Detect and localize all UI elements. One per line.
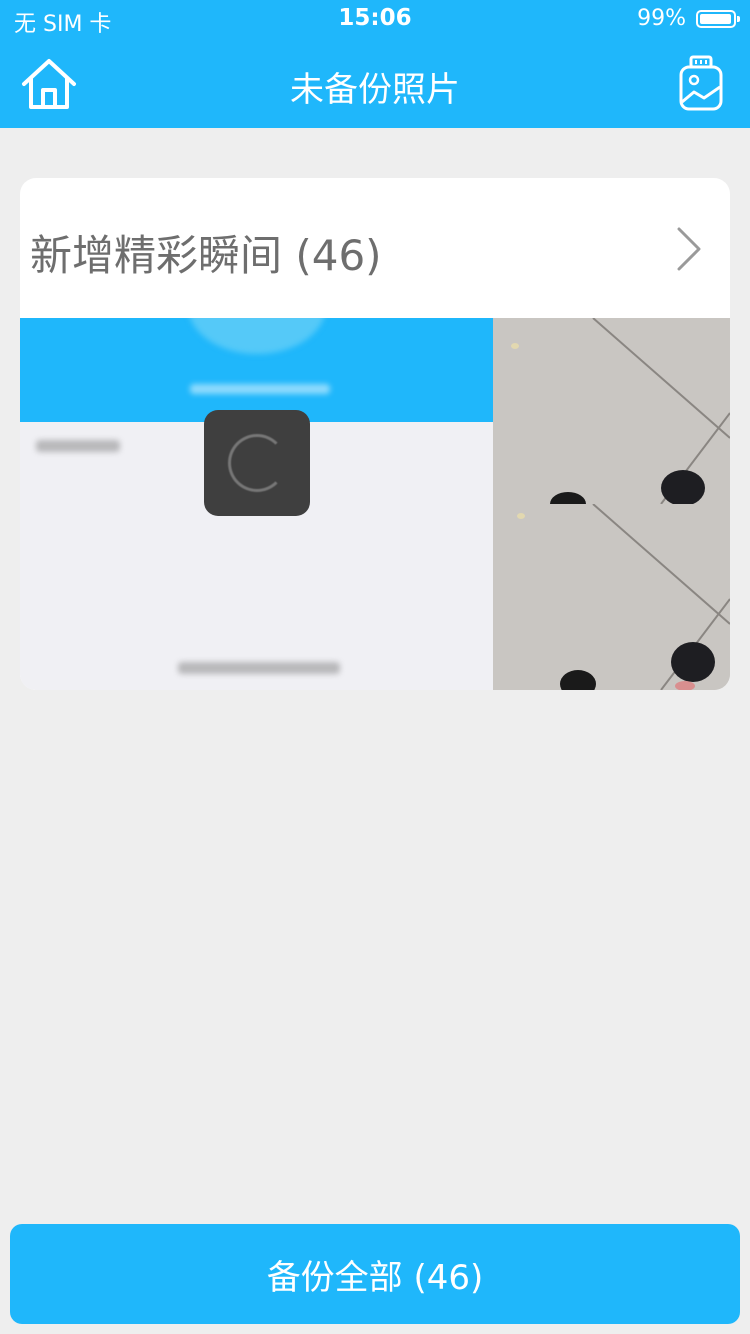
photo-thumbnail[interactable] [20, 318, 493, 690]
moments-title: 新增精彩瞬间 (46) [30, 231, 382, 280]
battery-percent: 99% [637, 6, 686, 31]
chevron-right-icon[interactable] [676, 226, 702, 272]
top-header: 无 SIM 卡 15:06 99% 未备份照片 [0, 0, 750, 128]
photo-thumbnail[interactable] [493, 504, 730, 690]
loading-spinner-icon [204, 410, 310, 516]
photo-album-icon[interactable] [678, 54, 724, 112]
photo-thumbnail[interactable] [493, 318, 730, 504]
moments-card[interactable]: 新增精彩瞬间 (46) [20, 178, 730, 690]
page-title: 未备份照片 [290, 70, 460, 110]
status-bar: 无 SIM 卡 15:06 99% [0, 0, 750, 40]
battery-icon [696, 10, 740, 28]
backup-all-button[interactable]: 备份全部 (46) [10, 1224, 740, 1324]
